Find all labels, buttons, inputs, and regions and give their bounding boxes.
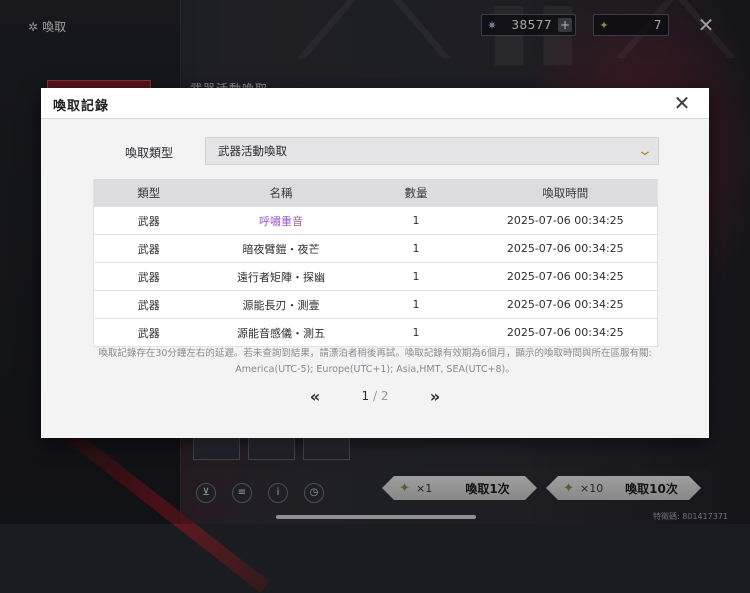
column-header-time: 喚取時間 <box>473 179 658 207</box>
total-pages: 2 <box>380 389 389 403</box>
column-header-quantity: 數量 <box>358 179 474 207</box>
convene-history-dialog: 喚取記錄 ✕ 喚取類型 武器活動喚取 ⌄ 類型 名稱 數量 喚取時間 武器 呼嘯… <box>41 88 709 438</box>
column-header-name: 名稱 <box>203 179 359 207</box>
delay-notice: 喚取記錄存在30分鐘左右的延遲。若未查詢到結果，請漂泊者稍後再試。喚取記錄有效期… <box>81 346 669 378</box>
cell-quantity: 1 <box>358 290 474 319</box>
page-separator: / <box>372 389 378 403</box>
cell-time: 2025-07-06 00:34:25 <box>473 318 658 347</box>
cell-type: 武器 <box>93 290 204 319</box>
notice-line-1: 喚取記錄存在30分鐘左右的延遲。若未查詢到結果，請漂泊者稍後再試。喚取記錄有效期… <box>98 348 652 359</box>
cell-name: 源能長刃・測壹 <box>203 290 359 319</box>
cell-name: 暗夜臂鎧・夜芒 <box>203 234 359 263</box>
cell-type: 武器 <box>93 318 204 347</box>
cell-type: 武器 <box>93 262 204 291</box>
cell-time: 2025-07-06 00:34:25 <box>473 234 658 263</box>
cell-time: 2025-07-06 00:34:25 <box>473 290 658 319</box>
cell-type: 武器 <box>93 234 204 263</box>
cell-time: 2025-07-06 00:34:25 <box>473 206 658 235</box>
column-header-type: 類型 <box>93 179 204 207</box>
convene-type-dropdown[interactable]: 武器活動喚取 ⌄ <box>205 137 659 165</box>
cell-type: 武器 <box>93 206 204 235</box>
current-page: 1 <box>361 389 370 403</box>
cell-quantity: 1 <box>358 262 474 291</box>
close-icon[interactable]: ✕ <box>671 92 693 114</box>
history-table: 類型 名稱 數量 喚取時間 武器 呼嘯重音 1 2025-07-06 00:34… <box>93 179 658 347</box>
table-row: 武器 呼嘯重音 1 2025-07-06 00:34:25 <box>93 206 658 235</box>
filter-label: 喚取類型 <box>125 146 174 160</box>
table-row: 武器 源能長刃・測壹 1 2025-07-06 00:34:25 <box>93 290 658 319</box>
table-row: 武器 源能音感儀・測五 1 2025-07-06 00:34:25 <box>93 318 658 347</box>
cell-quantity: 1 <box>358 206 474 235</box>
cell-quantity: 1 <box>358 318 474 347</box>
table-row: 武器 遠行者矩陣・探幽 1 2025-07-06 00:34:25 <box>93 262 658 291</box>
dialog-header: 喚取記錄 ✕ <box>41 88 709 119</box>
cell-name: 呼嘯重音 <box>203 206 359 235</box>
pagination: « 1 / 2 » <box>305 386 445 406</box>
cell-time: 2025-07-06 00:34:25 <box>473 262 658 291</box>
dialog-title: 喚取記錄 <box>53 99 110 114</box>
page-indicator: 1 / 2 <box>362 389 389 403</box>
next-page-icon[interactable]: » <box>425 387 445 406</box>
cell-name: 遠行者矩陣・探幽 <box>203 262 359 291</box>
notice-line-2: America(UTC-5); Europe(UTC+1); Asia,HMT,… <box>235 364 515 375</box>
dropdown-selected-value: 武器活動喚取 <box>218 144 287 158</box>
table-header-row: 類型 名稱 數量 喚取時間 <box>93 179 658 207</box>
chevron-down-icon: ⌄ <box>636 143 654 159</box>
cell-quantity: 1 <box>358 234 474 263</box>
previous-page-icon[interactable]: « <box>305 387 325 406</box>
table-row: 武器 暗夜臂鎧・夜芒 1 2025-07-06 00:34:25 <box>93 234 658 263</box>
cell-name: 源能音感儀・測五 <box>203 318 359 347</box>
